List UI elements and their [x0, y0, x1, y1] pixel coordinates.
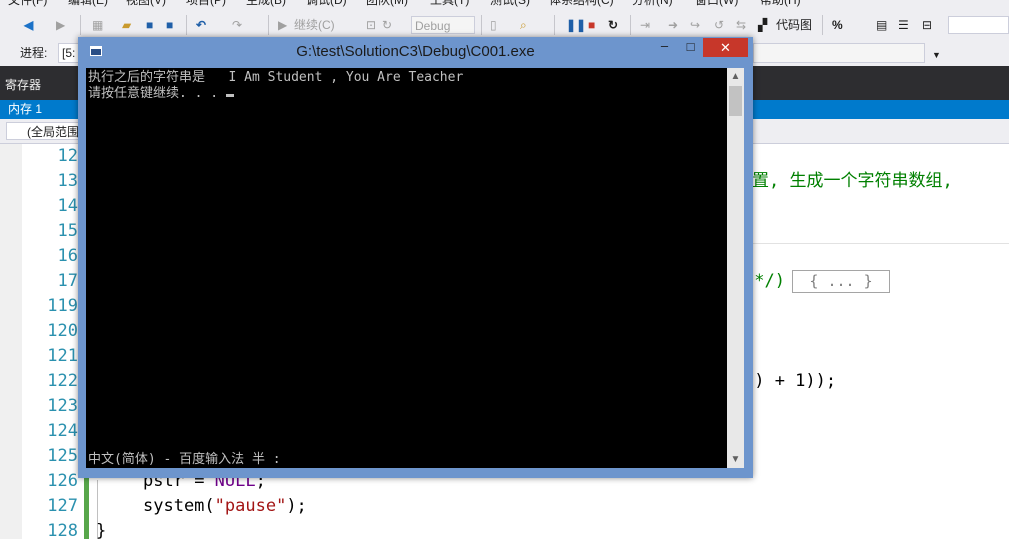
toolbar-separator	[186, 15, 187, 35]
forward-icon[interactable]: ▶	[56, 17, 65, 33]
ime-status: 中文(简体) - 百度输入法 半 :	[88, 452, 281, 467]
refresh-icon[interactable]: ↻	[382, 17, 392, 33]
menu-tools[interactable]: 工具(T)	[430, 0, 469, 8]
menu-build[interactable]: 生成(B)	[246, 0, 286, 8]
console-line: 请按任意键继续. . .	[88, 86, 219, 101]
show-next-statement-icon[interactable]: ⇥	[640, 17, 650, 33]
restart-icon[interactable]: ↻	[608, 17, 618, 33]
line-number: 128	[47, 521, 78, 541]
step-out-icon[interactable]: ↺	[714, 17, 724, 33]
stack-frame-select[interactable]	[753, 43, 925, 63]
redo-icon[interactable]: ↷	[232, 17, 242, 33]
comment-icon[interactable]: ▤	[876, 17, 887, 33]
line-number: 17	[57, 271, 78, 291]
console-output[interactable]: 执行之后的字符串是 I Am Student , You Are Teacher…	[86, 68, 727, 468]
toolbar-separator	[554, 15, 555, 35]
back-icon[interactable]: ◀	[24, 17, 33, 33]
scroll-up-icon[interactable]: ▲	[727, 68, 744, 85]
hex-icon[interactable]: ⇆	[736, 17, 746, 33]
line-number: 121	[47, 346, 78, 366]
undo-icon[interactable]: ↶	[196, 17, 206, 33]
line-number: 16	[57, 246, 78, 266]
menu-architecture[interactable]: 体系结构(C)	[549, 0, 614, 8]
scroll-thumb[interactable]	[729, 86, 742, 116]
toolbar-separator	[268, 15, 269, 35]
menu-analyze[interactable]: 分析(N)	[632, 0, 673, 8]
toolbar-separator	[822, 15, 823, 35]
indicator-margin[interactable]	[0, 144, 22, 539]
bookmark-icon[interactable]: ⊟	[922, 17, 932, 33]
attach-icon[interactable]: ⊡	[366, 17, 376, 33]
codemap-button[interactable]: 代码图	[776, 17, 812, 33]
line-number: 124	[47, 421, 78, 441]
menu-window[interactable]: 窗口(W)	[695, 0, 738, 8]
pause-icon[interactable]: ❚❚	[566, 17, 586, 33]
console-line-with-cursor: 请按任意键继续. . .	[88, 86, 234, 102]
chevron-down-icon[interactable]: ▼	[932, 47, 941, 63]
line-number: 13	[57, 171, 78, 191]
menu-help[interactable]: 帮助(H)	[760, 0, 801, 8]
vertical-scrollbar[interactable]: ▲ ▼	[727, 68, 744, 468]
function-separator	[740, 243, 1009, 244]
console-titlebar[interactable]: G:\test\SolutionC3\Debug\C001.exe ‒ □ ✕	[78, 37, 753, 67]
memory-tab[interactable]: 内存 1	[0, 100, 80, 119]
line-number: 126	[47, 471, 78, 491]
code-comment: 置, 生成一个字符串数组,	[752, 171, 953, 191]
menu-bar: 文件(F) 编辑(E) 视图(V) 项目(P) 生成(B) 调试(D) 团队(M…	[0, 0, 1009, 9]
line-number: 15	[57, 221, 78, 241]
menu-file[interactable]: 文件(F)	[8, 0, 47, 8]
toolbar-separator	[80, 15, 81, 35]
minimize-button[interactable]: ‒	[651, 37, 678, 57]
line-number: 12	[57, 146, 78, 166]
line-number: 123	[47, 396, 78, 416]
menu-test[interactable]: 测试(S)	[490, 0, 530, 8]
line-number: 14	[57, 196, 78, 216]
line-number: 120	[47, 321, 78, 341]
close-button[interactable]: ✕	[703, 38, 748, 57]
stop-icon[interactable]: ■	[588, 17, 595, 33]
process-label: 进程:	[20, 46, 48, 60]
code-token: "pause"	[214, 496, 287, 516]
menu-view[interactable]: 视图(V)	[126, 0, 166, 8]
save-icon[interactable]: ■	[146, 17, 153, 33]
open-file-icon[interactable]: ▰	[122, 17, 131, 33]
text-cursor	[225, 94, 234, 97]
collapsed-region[interactable]: { ... }	[792, 270, 890, 293]
line-number: 125	[47, 446, 78, 466]
console-line: 执行之后的字符串是 I Am Student , You Are Teacher	[88, 70, 464, 85]
menu-project[interactable]: 项目(P)	[186, 0, 226, 8]
find-icon[interactable]: ⌕	[520, 17, 527, 33]
toolbar-separator	[481, 15, 482, 35]
code-malloc: n) + 1));	[744, 371, 837, 391]
save-all-icon[interactable]: ■	[166, 17, 173, 33]
line-number: 127	[47, 496, 78, 516]
code-token: );	[286, 496, 307, 516]
scroll-down-icon[interactable]: ▼	[727, 451, 744, 468]
maximize-button[interactable]: □	[678, 37, 703, 57]
breakpoints-icon[interactable]: %	[832, 17, 843, 33]
codemap-icon[interactable]: ▞	[758, 17, 767, 33]
toolbar-separator	[630, 15, 631, 35]
menu-team[interactable]: 团队(M)	[366, 0, 408, 8]
code-token: system(	[143, 496, 215, 516]
line-number: 119	[47, 296, 78, 316]
solution-config-select[interactable]: Debug	[411, 16, 475, 34]
step-over-icon[interactable]: ↪	[690, 17, 700, 33]
new-project-icon[interactable]: ▦	[92, 17, 103, 33]
code-line-128: }	[96, 521, 107, 541]
console-window: G:\test\SolutionC3\Debug\C001.exe ‒ □ ✕ …	[78, 37, 753, 478]
device-icon[interactable]: ▯	[490, 17, 497, 33]
menu-debug[interactable]: 调试(D)	[306, 0, 347, 8]
registers-tab[interactable]: 寄存器	[0, 76, 41, 93]
menu-edit[interactable]: 编辑(E)	[68, 0, 108, 8]
uncomment-icon[interactable]: ☰	[898, 17, 909, 33]
code-line-127: system("pause");	[143, 494, 307, 519]
continue-button[interactable]: 继续(C)	[294, 17, 335, 33]
step-into-icon[interactable]: ➜	[668, 17, 678, 33]
process-select[interactable]: [5:	[58, 43, 80, 63]
line-number: 122	[47, 371, 78, 391]
continue-icon[interactable]: ▶	[278, 17, 287, 33]
line-numbers: 12 13 14 15 16 17 119 120 121 122 123 12…	[22, 144, 78, 544]
find-combo[interactable]	[948, 16, 1009, 34]
